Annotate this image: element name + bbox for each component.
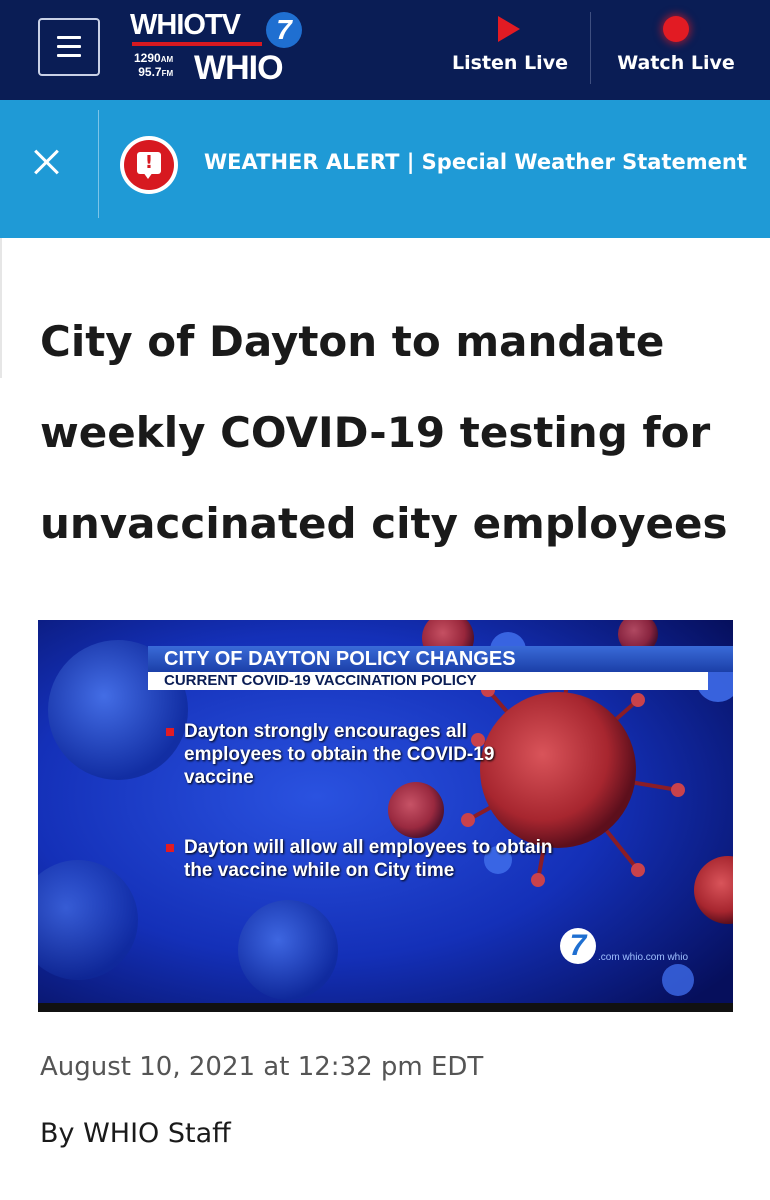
- station-bug-icon: 7: [560, 928, 596, 964]
- hamburger-menu-button[interactable]: [38, 18, 100, 76]
- am-unit: AM: [160, 55, 174, 64]
- image-bullet-text: Dayton strongly encourages all employees…: [184, 721, 495, 788]
- publish-date: August 10, 2021 at 12:32 pm EDT: [40, 1052, 484, 1082]
- play-icon: [498, 16, 520, 42]
- live-record-icon: [663, 16, 689, 42]
- close-icon[interactable]: [26, 142, 66, 182]
- header-divider: [590, 12, 591, 84]
- article-headline: City of Dayton to mandate weekly COVID-1…: [40, 317, 728, 548]
- logo-radio-brand: WHIO: [194, 49, 284, 87]
- bullet-mark: [166, 844, 174, 852]
- logo-brand-text: WHIOTV: [130, 9, 241, 41]
- fm-unit: FM: [161, 69, 174, 78]
- fm-frequency: 95.7: [138, 65, 162, 79]
- alert-divider: [98, 110, 99, 218]
- am-frequency: 1290: [134, 51, 161, 65]
- menu-bar: [57, 45, 81, 48]
- image-bullet-text: Dayton will allow all employees to obtai…: [184, 837, 553, 881]
- listen-live-label: Listen Live: [452, 52, 568, 74]
- bullet-mark: [166, 728, 174, 736]
- site-header: WHIOTV 7 1290AM 95.7FM WHIO Listen Live …: [0, 0, 770, 100]
- image-bottom-strip: [38, 1003, 733, 1012]
- logo-frequencies: 1290AM 95.7FM: [134, 52, 173, 80]
- channel-7-icon: 7: [266, 12, 302, 48]
- image-banner-subtitle: CURRENT COVID-19 VACCINATION POLICY: [148, 672, 708, 690]
- logo-underline: [132, 42, 262, 46]
- menu-bar: [57, 36, 81, 39]
- divider: [0, 238, 2, 378]
- image-bullet: Dayton will allow all employees to obtai…: [166, 836, 554, 882]
- alert-icon: !: [120, 136, 178, 194]
- article-hero-image[interactable]: CITY OF DAYTON POLICY CHANGES CURRENT CO…: [38, 620, 733, 1012]
- article-byline: By WHIO Staff: [40, 1118, 231, 1149]
- listen-live-button[interactable]: Listen Live: [440, 10, 580, 90]
- image-banner-title: CITY OF DAYTON POLICY CHANGES: [148, 646, 733, 672]
- watch-live-button[interactable]: Watch Live: [606, 10, 746, 90]
- menu-bar: [57, 54, 81, 57]
- image-bullet: Dayton strongly encourages all employees…: [166, 720, 544, 789]
- whio-logo[interactable]: WHIOTV 7 1290AM 95.7FM WHIO: [130, 10, 310, 90]
- station-bug-url: .com whio.com whio: [598, 952, 689, 963]
- watch-live-label: Watch Live: [617, 52, 735, 74]
- weather-alert-text[interactable]: WEATHER ALERT | Special Weather Statemen…: [204, 150, 747, 174]
